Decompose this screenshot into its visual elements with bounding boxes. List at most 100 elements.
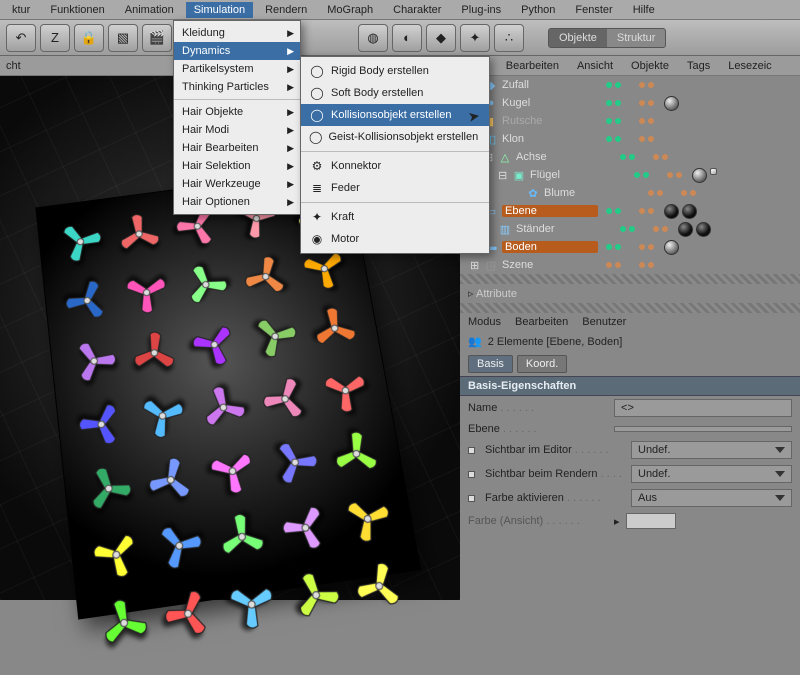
menuitem-soft-body-erstellen[interactable]: ◯Soft Body erstellen (301, 82, 489, 104)
object-ständer[interactable]: ▥Ständer (460, 220, 800, 238)
tab-basis[interactable]: Basis (468, 355, 513, 373)
menuitem-partikelsystem[interactable]: Partikelsystem▶ (174, 60, 300, 78)
prop-anim-toggle[interactable] (468, 471, 475, 478)
object-ebene[interactable]: ▭Ebene (460, 202, 800, 220)
am-tab-modus[interactable]: Modus (468, 316, 501, 328)
prim-cube-icon[interactable]: ◍ (358, 24, 388, 52)
om-menu-tags[interactable]: Tags (687, 60, 710, 72)
color-expand-icon[interactable]: ▸ (614, 515, 620, 528)
menu-animation[interactable]: Animation (117, 2, 182, 18)
menuitem-motor[interactable]: ◉Motor (301, 228, 489, 250)
object-blume[interactable]: ✿Blume (460, 184, 800, 202)
tag-icon[interactable] (696, 222, 711, 237)
menu-plug-ins[interactable]: Plug-ins (453, 2, 509, 18)
tag-icon[interactable] (710, 168, 717, 175)
scene-jack (332, 482, 404, 556)
prop-value-input[interactable] (614, 426, 792, 432)
prop-anim-toggle[interactable] (468, 495, 475, 502)
menu-mograph[interactable]: MoGraph (319, 2, 381, 18)
tab-structure[interactable]: Struktur (607, 29, 666, 47)
object-manager-menubar[interactable]: ateiBearbeitenAnsichtObjekteTagsLesezeic (460, 56, 800, 76)
menu-python[interactable]: Python (513, 2, 563, 18)
object-flügel[interactable]: ⊟▣Flügel (460, 166, 800, 184)
tag-icon[interactable] (664, 240, 679, 255)
expand-icon[interactable]: ⊟ (498, 169, 508, 182)
prop-value-dropdown[interactable]: Undef. (631, 441, 792, 459)
prop-anim-toggle[interactable] (468, 447, 475, 454)
object-manager-tree[interactable]: ◆Zufall●Kugel▮Rutsche⊟◧Klon⊟△Achse⊟▣Flüg… (460, 76, 800, 274)
menu-rendern[interactable]: Rendern (257, 2, 315, 18)
am-mode-tabs[interactable]: Modus Bearbeiten Benutzer (460, 313, 800, 331)
menuitem-rigid-body-erstellen[interactable]: ◯Rigid Body erstellen (301, 60, 489, 82)
menu-simulation[interactable]: Simulation (186, 2, 253, 18)
dyn-item-icon: ≣ (309, 180, 325, 196)
menuitem-kraft[interactable]: ✦Kraft (301, 206, 489, 228)
object-rutsche[interactable]: ▮Rutsche (460, 112, 800, 130)
om-menu-lesezeic[interactable]: Lesezeic (728, 60, 771, 72)
prim-cluster-icon[interactable]: ∴ (494, 24, 524, 52)
menuitem-hair-bearbeiten[interactable]: Hair Bearbeiten▶ (174, 139, 300, 157)
object-boden[interactable]: ▬Boden (460, 238, 800, 256)
am-tab-bearbeiten[interactable]: Bearbeiten (515, 316, 568, 328)
tool-axis-z-icon[interactable]: Z (40, 24, 70, 52)
tag-icon[interactable] (682, 204, 697, 219)
object-zufall[interactable]: ◆Zufall (460, 76, 800, 94)
menuitem-thinking-particles[interactable]: Thinking Particles▶ (174, 78, 300, 96)
menuitem-konnektor[interactable]: ⚙Konnektor (301, 155, 489, 177)
tool-lock-icon[interactable]: 🔒 (74, 24, 104, 52)
menuitem-hair-modi[interactable]: Hair Modi▶ (174, 121, 300, 139)
tab-koord[interactable]: Koord. (517, 355, 567, 373)
object-achse[interactable]: ⊟△Achse (460, 148, 800, 166)
tag-icon[interactable] (664, 96, 679, 111)
menuitem-hair-werkzeuge[interactable]: Hair Werkzeuge▶ (174, 175, 300, 193)
dynamics-submenu[interactable]: ◯Rigid Body erstellen◯Soft Body erstelle… (300, 56, 490, 254)
expand-icon[interactable]: ⊞ (470, 259, 480, 272)
viewport-header-text: cht (6, 60, 21, 72)
prop-value-dropdown[interactable]: Aus (631, 489, 792, 507)
tool-browser-icon[interactable]: ▧ (108, 24, 138, 52)
prim-sphere-icon[interactable]: ◐ (392, 24, 422, 52)
om-menu-bearbeiten[interactable]: Bearbeiten (506, 60, 559, 72)
menuitem-dynamics[interactable]: Dynamics▶ (174, 42, 300, 60)
prim-spark-icon[interactable]: ✦ (460, 24, 490, 52)
scene-jack (147, 572, 229, 656)
dyn-item-icon: ◯ (309, 129, 322, 145)
menuitem-geist-kollisionsobjekt-erstellen[interactable]: ◯Geist-Kollisionsobjekt erstellen (301, 126, 489, 148)
menu-ktur[interactable]: ktur (4, 2, 38, 18)
prop-value-dropdown[interactable]: Undef. (631, 465, 792, 483)
prop-color-swatch[interactable] (626, 513, 676, 529)
menuitem-kollisionsobjekt-erstellen[interactable]: ◯Kollisionsobjekt erstellen (301, 104, 489, 126)
tool-undo-icon[interactable]: ↶ (6, 24, 36, 52)
menuitem-hair-selektion[interactable]: Hair Selektion▶ (174, 157, 300, 175)
menu-hilfe[interactable]: Hilfe (625, 2, 663, 18)
menu-funktionen[interactable]: Funktionen (42, 2, 112, 18)
tab-objects[interactable]: Objekte (549, 29, 607, 47)
menuitem-kleidung[interactable]: Kleidung▶ (174, 24, 300, 42)
menuitem-hair-optionen[interactable]: Hair Optionen▶ (174, 193, 300, 211)
menu-fenster[interactable]: Fenster (567, 2, 620, 18)
tag-icon[interactable] (692, 168, 707, 183)
dyn-item-icon: ◉ (309, 231, 325, 247)
object-szene[interactable]: ⊞◳Szene (460, 256, 800, 274)
object-kugel[interactable]: ●Kugel (460, 94, 800, 112)
tag-icon[interactable] (664, 204, 679, 219)
simulation-menu[interactable]: Kleidung▶Dynamics▶Partikelsystem▶Thinkin… (173, 20, 301, 215)
scene-jack (171, 252, 242, 318)
main-menubar[interactable]: kturFunktionen AnimationSimulationRendern… (0, 0, 800, 20)
panel-tabs[interactable]: Objekte Struktur (548, 28, 666, 48)
menu-charakter[interactable]: Charakter (385, 2, 449, 18)
object-klon[interactable]: ⊟◧Klon (460, 130, 800, 148)
tool-clapboard-icon[interactable]: 🎬 (142, 24, 172, 52)
am-basis-tabs[interactable]: Basis Koord. (460, 352, 800, 376)
scene-jack (60, 272, 115, 329)
tag-icon[interactable] (678, 222, 693, 237)
om-menu-ansicht[interactable]: Ansicht (577, 60, 613, 72)
am-tab-benutzer[interactable]: Benutzer (582, 316, 626, 328)
attribute-manager: Attribute ModusBearbeitenBenutzer 👥 2 El… (460, 274, 800, 600)
mouse-cursor-icon: ➤ (467, 107, 482, 126)
menuitem-hair-objekte[interactable]: Hair Objekte▶ (174, 103, 300, 121)
om-menu-objekte[interactable]: Objekte (631, 60, 669, 72)
prop-value-input[interactable]: <> (614, 399, 792, 417)
menuitem-feder[interactable]: ≣Feder (301, 177, 489, 199)
prim-diamond-icon[interactable]: ◆ (426, 24, 456, 52)
